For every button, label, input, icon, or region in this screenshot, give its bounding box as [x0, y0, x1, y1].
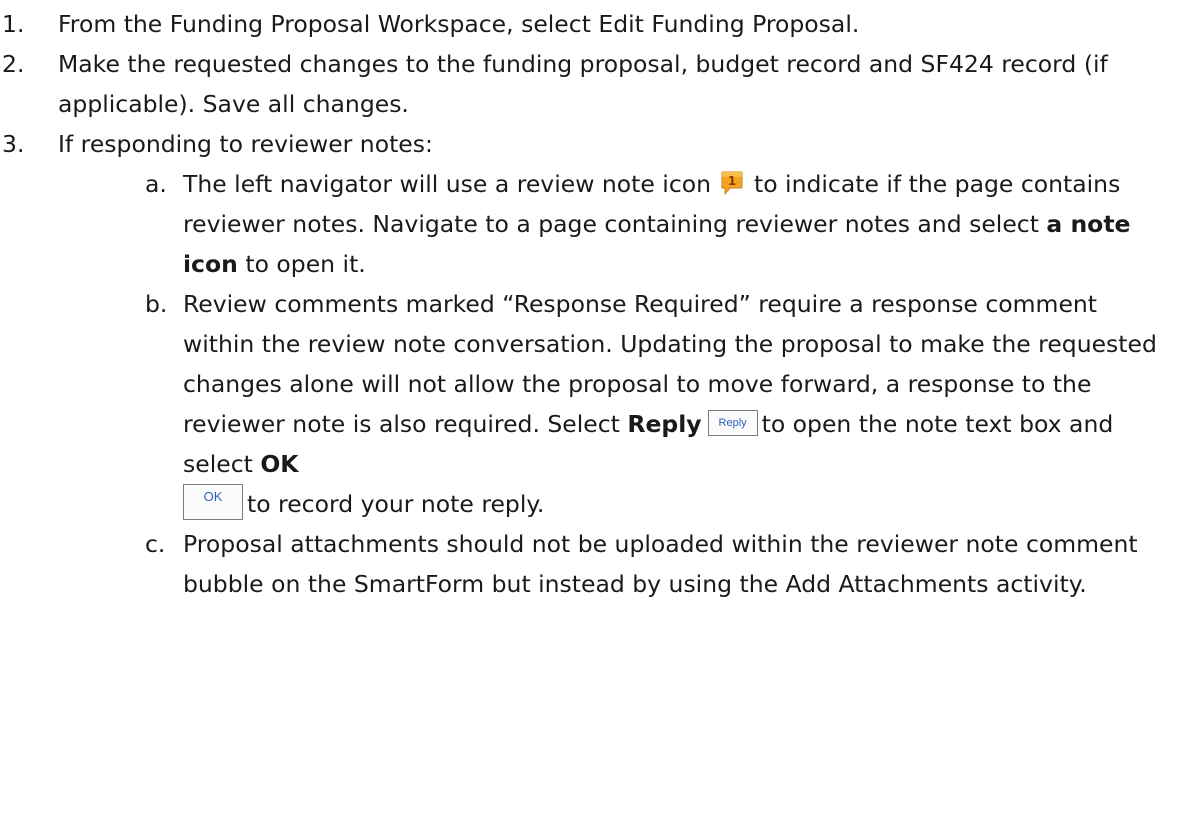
substep-text: to open it. — [245, 250, 366, 278]
step-3: 3. If responding to reviewer notes: — [0, 124, 1178, 164]
ok-button[interactable]: OK — [183, 484, 243, 520]
substep-bold: OK — [260, 450, 299, 478]
substep-a: a. The left navigator will use a review … — [0, 164, 1173, 284]
step-text: From the Funding Proposal Workspace, sel… — [58, 10, 860, 38]
substep-letter: b. — [145, 290, 168, 318]
substep-letter: a. — [145, 170, 167, 198]
svg-text:1: 1 — [727, 174, 735, 188]
step-2: 2. Make the requested changes to the fun… — [0, 44, 1178, 124]
substep-c: c. Proposal attachments should not be up… — [0, 524, 1173, 604]
substep-text: to record your note reply. — [247, 490, 545, 518]
review-note-icon: 1 — [721, 167, 743, 196]
step-1: 1. From the Funding Proposal Workspace, … — [0, 4, 1178, 44]
substep-text: The left navigator will use a review not… — [183, 170, 712, 198]
reply-button[interactable]: Reply — [707, 410, 758, 436]
step-number: 2. — [2, 50, 25, 78]
step-text: If responding to reviewer notes: — [58, 130, 433, 158]
substep-text: Proposal attachments should not be uploa… — [183, 530, 1138, 598]
instructions-document: 1. From the Funding Proposal Workspace, … — [0, 0, 1183, 604]
substep-b: b. Review comments marked “Response Requ… — [0, 284, 1173, 524]
substep-letter: c. — [145, 530, 166, 558]
step-text: Make the requested changes to the fundin… — [58, 50, 1108, 118]
substep-bold: Reply — [627, 410, 702, 438]
step-number: 1. — [2, 10, 25, 38]
step-number: 3. — [2, 130, 25, 158]
